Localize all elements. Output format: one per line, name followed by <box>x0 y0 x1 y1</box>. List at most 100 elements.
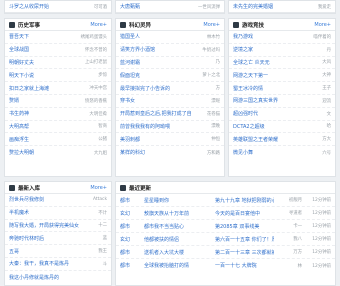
chapter-link[interactable]: 第六百一十五章 你们了！厚面色读了 <box>215 236 274 243</box>
novel-title[interactable]: 猎国圣人 <box>120 33 140 40</box>
novel-title[interactable]: 请笑方界小酒馆 <box>120 46 155 53</box>
list-item[interactable]: 未先生的完美婚姻 我爱走 <box>229 1 335 13</box>
list-item[interactable]: 赘拉大明朝 大九姐 <box>5 146 111 159</box>
novel-title[interactable]: 超凶强时代 <box>233 110 258 117</box>
list-item[interactable]: 随写我大婚，开局获得完美仙女 十二 <box>5 220 111 233</box>
novel-title[interactable]: 大秦：我干，我真不是炼丹 <box>9 260 69 267</box>
list-item[interactable]: 明朝好丈夫 上山打老鼠 <box>5 57 111 70</box>
novel-title[interactable]: 全球之亡 炎天无 <box>233 59 270 66</box>
list-item[interactable]: 某样的科幻 方和路 <box>116 146 224 159</box>
novel-title[interactable]: 晋吾天下 <box>9 33 29 40</box>
list-item[interactable]: 网游之天下第一 大神 <box>229 69 335 83</box>
novel-title[interactable]: 半机魔术 <box>9 209 29 216</box>
list-item[interactable]: 请笑方界小酒馆 牛奶过吗 <box>116 44 224 57</box>
novel-title[interactable]: 网游三国之真实世界 <box>233 97 278 104</box>
novel-title[interactable]: 斗罗之从收尿开始 <box>9 3 49 10</box>
more-link[interactable]: More+ <box>314 22 331 28</box>
list-item[interactable]: 蓝河谢霜 乃 <box>116 57 224 70</box>
list-item[interactable]: 网游三国之真实世界 迎流 <box>229 95 335 108</box>
novel-title[interactable]: 开局惹到皇后之后,把我打成了自 <box>120 110 192 117</box>
list-item[interactable]: 蜀王冰冷的情 王子 <box>229 82 335 95</box>
novel-title[interactable]: 蓝河谢霜 <box>120 59 140 66</box>
novel-title[interactable]: 奔驰时代林时后 <box>9 235 44 242</box>
table-row[interactable]: 玄幻 敖旗天族从十万年前 今天的是百日宴他中 寻道者 12分钟前 <box>116 207 335 220</box>
list-item[interactable]: 逆境之家 丹 <box>229 44 335 57</box>
chapter-link[interactable]: 第2085章 双事线美 <box>215 223 274 230</box>
list-item[interactable]: 我乃游戏 喵伴着的 <box>229 31 335 44</box>
novel-title[interactable]: 蜀王冰冷的情 <box>233 85 263 92</box>
list-item[interactable]: 大唐甄甄 一世风流弹 <box>116 1 224 13</box>
novel-title[interactable]: 烈世兵尽我修剑 <box>9 196 44 203</box>
list-item[interactable]: 奔驰时代林时后 蓝 <box>5 232 111 246</box>
category-tag[interactable]: 都市 <box>120 262 140 269</box>
chapter-link[interactable]: 第九十九章 地狱把刚弱的心 <box>215 197 274 204</box>
novel-title[interactable]: 逆境之家 <box>233 46 253 53</box>
novel-title[interactable]: 未先生的完美婚姻 <box>233 3 273 10</box>
novel-title[interactable]: 随写我大婚，开局获得完美仙女 <box>9 222 79 229</box>
novel-title[interactable]: 英雄联盟之王者荣耀 <box>233 136 278 143</box>
more-link[interactable]: More+ <box>90 185 107 191</box>
list-item[interactable]: 全球之亡 炎天无 大风 <box>229 57 335 70</box>
chapter-link[interactable]: 今天的是百日宴他中 <box>215 210 274 217</box>
list-item[interactable]: 开局惹到皇后之后,把我打成了自 花卷猫 <box>116 108 224 121</box>
novel-title[interactable]: 大唐甄甄 <box>120 3 140 10</box>
list-item[interactable]: 猎国圣人 林木竹 <box>116 31 224 44</box>
category-tag[interactable]: 都市 <box>120 197 140 204</box>
novel-title[interactable]: 全球战国 <box>9 46 29 53</box>
list-item[interactable]: DCTA2之超级 哈 <box>229 121 335 134</box>
table-row[interactable]: 都市 都市我不当当贴心 第2085章 双事线美 卡一 12分钟前 <box>116 220 335 233</box>
table-row[interactable]: 都市送机者入大坑大楼第二百一十三章 三次都就被的！为乡你可人 万方 12分钟前 <box>116 246 335 259</box>
novel-title[interactable]: 最早接拟完了小告诉的 <box>120 85 170 92</box>
novel-title[interactable]: 明朝好丈夫 <box>9 59 34 66</box>
chapter-link[interactable]: 第二百一十三章 三次都就被的！为乡你可人 <box>215 249 274 256</box>
list-item[interactable]: 最早接拟完了小告诉的 方 <box>116 82 224 95</box>
list-item[interactable]: 画痴浮生 公猪 <box>5 133 111 147</box>
list-item[interactable]: 英雄联盟之王者荣耀 方大 <box>229 133 335 147</box>
novel-title[interactable]: 大明高帮 <box>9 123 29 130</box>
novel-title[interactable]: 赘拉大明朝 <box>9 149 34 156</box>
list-item[interactable]: 五哥 我王 <box>5 245 111 258</box>
list-item[interactable]: 我这小丹修就是炼丹的 <box>5 271 111 284</box>
novel-title[interactable]: 某样的科幻 <box>120 149 145 156</box>
novel-title[interactable]: 我乃游戏 <box>233 33 253 40</box>
novel-title[interactable]: DCTA2之超级 <box>233 123 265 130</box>
novel-title[interactable]: 书生药神 <box>9 110 29 117</box>
more-link[interactable]: More+ <box>203 22 220 28</box>
novel-title[interactable]: 前曾我我我有的阿呦喂 <box>120 123 170 130</box>
list-item[interactable]: 美羽刺都 仲恒 <box>116 133 224 147</box>
table-row[interactable]: 玄幻他都被扶的情侣第六百一十五章 你们了！厚面色读了 我八 12分钟前 <box>116 233 335 246</box>
list-item[interactable]: 斗罗之从收尿开始 可可酒 <box>5 1 111 13</box>
list-item[interactable]: 大秦：我干，我真不是炼丹 斗 <box>5 258 111 271</box>
list-item[interactable]: 半机魔术 不计 <box>5 207 111 220</box>
novel-title[interactable]: 五哥 <box>9 248 19 255</box>
novel-title[interactable]: 赘婿 <box>9 97 19 104</box>
novel-title[interactable]: 画痴浮生 <box>9 136 29 143</box>
list-item[interactable]: 烈世兵尽我修剑 Attack <box>5 194 111 207</box>
list-item[interactable]: 前曾我我我有的阿呦喂 漂晚 <box>116 121 224 134</box>
category-tag[interactable]: 玄幻 <box>120 210 140 217</box>
novel-title[interactable]: 全球我被抬脑打的情 <box>144 262 211 269</box>
novel-title[interactable]: 星星睡到你 <box>144 197 211 204</box>
list-item[interactable]: 穿书女 漂呢 <box>116 95 224 108</box>
list-item[interactable]: 微见小舞 六号 <box>229 146 335 159</box>
novel-title[interactable]: 都市我不当当贴心 <box>144 223 211 230</box>
novel-title[interactable]: 我这小丹修就是炼丹的 <box>9 274 59 281</box>
novel-title[interactable]: 送机者入大坑大楼 <box>144 249 211 256</box>
list-item[interactable]: 晋吾天下 绣尾鸡蛋馒头 <box>5 31 111 44</box>
novel-title[interactable]: 敖旗天族从十万年前 <box>144 210 211 217</box>
list-item[interactable]: 超凶强时代 文 <box>229 108 335 121</box>
list-item[interactable]: 明天下小说 步惊 <box>5 69 111 83</box>
novel-title[interactable]: 假面坦克 <box>120 72 140 79</box>
novel-title[interactable]: 他都被扶的情侣 <box>144 236 211 243</box>
list-item[interactable]: 大明高帮 智商 <box>5 121 111 134</box>
table-row[interactable]: 都市 全球我被抬脑打的情 一百一十七 大牌院 林 12分钟前 <box>116 259 335 272</box>
category-tag[interactable]: 都市 <box>120 223 140 230</box>
chapter-link[interactable]: 一百一十七 大牌院 <box>215 262 274 269</box>
novel-title[interactable]: 微见小舞 <box>233 149 253 156</box>
novel-title[interactable]: 美羽刺都 <box>120 136 140 143</box>
list-item[interactable]: 扣日之家就上海滩 冲天中宫 <box>5 82 111 95</box>
list-item[interactable]: 赘婿 愤怒的香蕉 <box>5 95 111 108</box>
novel-title[interactable]: 明天下小说 <box>9 72 34 79</box>
category-tag[interactable]: 玄幻 <box>120 236 140 243</box>
list-item[interactable]: 全球战国 怀念不曾的 <box>5 44 111 57</box>
